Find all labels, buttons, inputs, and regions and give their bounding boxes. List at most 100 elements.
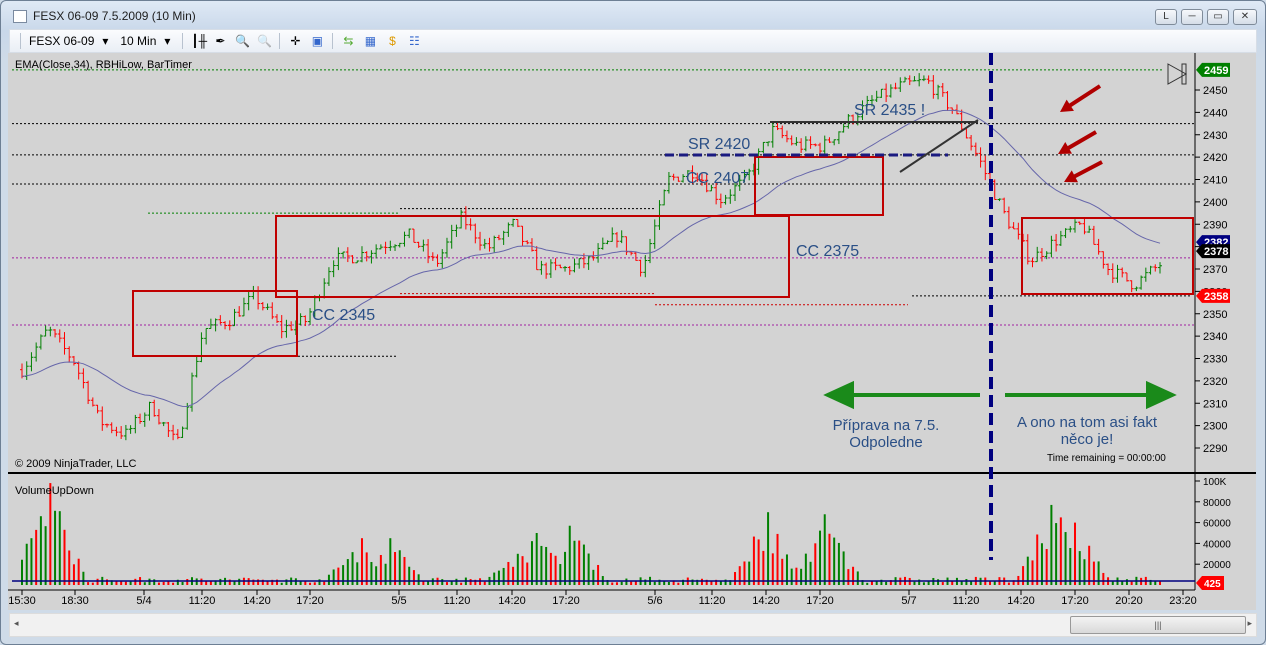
x-tick-label: 5/5	[391, 595, 406, 607]
volume-bar	[153, 579, 156, 585]
volume-bar	[285, 579, 288, 585]
volume-bar	[1007, 582, 1010, 585]
y-tick-label: 2450	[1203, 85, 1227, 97]
volume-bar	[1069, 547, 1072, 585]
volume-bar	[767, 512, 770, 585]
y-tick-label: 2440	[1203, 107, 1227, 119]
volume-bar	[578, 540, 581, 585]
volume-bar	[540, 545, 543, 585]
volume-bar	[49, 483, 52, 585]
volume-bar	[667, 581, 670, 585]
scroll-left-icon[interactable]: ◂	[14, 618, 19, 629]
scroll-right-icon[interactable]: ▸	[1247, 618, 1252, 629]
volume-bar	[549, 552, 552, 585]
volume-bar	[200, 578, 203, 585]
volume-bar	[790, 568, 793, 585]
horizontal-scrollbar[interactable]: ◂ ||| ▸	[9, 613, 1257, 637]
volume-bar	[960, 581, 963, 585]
volume-label: VolumeUpDown	[15, 485, 94, 497]
volume-bar	[814, 543, 817, 585]
volume-bar	[389, 538, 392, 585]
x-tick-label: 23:20	[1169, 595, 1197, 607]
x-tick-label: 14:20	[752, 595, 780, 607]
volume-bar	[1130, 581, 1133, 585]
x-tick-label: 18:30	[61, 595, 89, 607]
volume-bar	[1059, 517, 1062, 585]
volume-bar	[417, 574, 420, 585]
volume-bar	[842, 551, 845, 585]
volume-bar	[734, 572, 737, 585]
x-tick-label: 5/7	[901, 595, 916, 607]
volume-bar	[91, 582, 94, 585]
volume-bar	[54, 510, 57, 585]
volume-bar	[989, 581, 992, 585]
volume-bar	[63, 529, 66, 585]
price-marker-label: 2358	[1204, 291, 1228, 303]
x-tick-label: 17:20	[296, 595, 324, 607]
annotation-sr2420: SR 2420	[688, 136, 750, 153]
volume-bar	[847, 569, 850, 585]
price-marker-label: 2459	[1204, 65, 1228, 77]
volume-bar	[143, 582, 146, 585]
volume-bar	[460, 582, 463, 585]
volume-bar	[332, 569, 335, 585]
volume-bar	[1050, 504, 1053, 585]
volume-bar	[39, 516, 42, 585]
volume-bar	[502, 567, 505, 585]
volume-bar	[412, 570, 415, 585]
y-tick-label: 2390	[1203, 219, 1227, 231]
volume-bar	[493, 572, 496, 585]
volume-bar	[238, 578, 241, 585]
volume-bar	[1102, 572, 1105, 585]
volume-bar	[219, 578, 222, 585]
volume-bar	[856, 571, 859, 585]
y-tick-label: 2340	[1203, 331, 1227, 343]
volume-bar	[852, 566, 855, 585]
volume-tick-label: 80000	[1203, 498, 1231, 509]
volume-bar	[615, 582, 618, 585]
volume-bar	[1159, 581, 1161, 585]
volume-bar	[1040, 543, 1043, 585]
volume-bar	[663, 581, 666, 585]
x-tick-label: 5/4	[136, 595, 151, 607]
chart-area[interactable]: 2290230023102320233023402350236023702380…	[0, 0, 1266, 612]
y-tick-label: 2430	[1203, 130, 1227, 142]
volume-bar	[776, 533, 779, 585]
volume-bar	[1078, 551, 1081, 585]
x-tick-label: 14:20	[498, 595, 526, 607]
volume-bar	[360, 538, 363, 585]
scroll-thumb[interactable]: |||	[1070, 616, 1246, 634]
volume-bar	[597, 564, 600, 585]
volume-bar	[941, 582, 944, 585]
volume-bar	[280, 582, 283, 585]
annotation-cc2375: CC 2375	[796, 243, 859, 260]
volume-bar	[582, 544, 585, 585]
volume-bar	[157, 582, 160, 585]
volume-bar	[653, 581, 656, 585]
volume-bar	[1125, 579, 1128, 585]
annotation-right-2: něco je!	[1061, 431, 1114, 448]
volume-bar	[483, 581, 486, 585]
volume-bar	[937, 579, 940, 585]
volume-bar	[1088, 545, 1091, 585]
volume-bar	[1045, 549, 1048, 585]
volume-bar	[96, 578, 99, 585]
volume-tick-label: 40000	[1203, 539, 1231, 550]
x-tick-label: 11:20	[953, 595, 980, 607]
y-tick-label: 2370	[1203, 264, 1227, 276]
volume-bar	[87, 582, 90, 585]
volume-bar	[309, 582, 312, 585]
volume-bar	[181, 581, 184, 585]
y-tick-label: 2290	[1203, 443, 1227, 455]
x-tick-label: 11:20	[444, 595, 471, 607]
price-marker-label: 2378	[1204, 246, 1228, 258]
volume-bar	[922, 582, 925, 585]
volume-bar	[25, 543, 28, 585]
volume-bar	[738, 566, 741, 585]
volume-bar	[530, 541, 533, 585]
volume-bar	[58, 511, 61, 585]
volume-bar	[1074, 522, 1077, 585]
volume-bar	[148, 578, 151, 585]
volume-bar	[833, 537, 836, 585]
volume-bar	[800, 568, 803, 585]
